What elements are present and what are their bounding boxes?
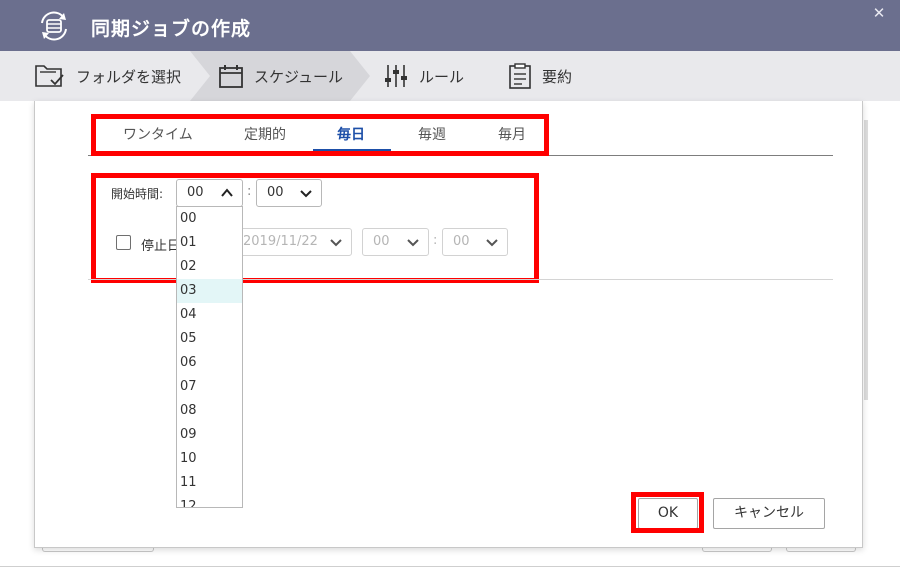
time-highlight-box: [91, 173, 539, 283]
title-bar: 同期ジョブの作成 ✕: [0, 0, 900, 51]
dialog-title: 同期ジョブの作成: [91, 18, 252, 40]
tabs-highlight-box: [91, 114, 549, 156]
hour-option[interactable]: 06: [177, 351, 242, 375]
ok-highlight-box: [631, 492, 704, 533]
hour-option[interactable]: 10: [177, 447, 242, 471]
step-schedule: スケジュール: [218, 51, 343, 101]
folder-check-icon: [35, 65, 64, 87]
step-label: ルール: [419, 67, 465, 86]
step-summary: 要約: [508, 51, 572, 101]
step-label: フォルダを選択: [76, 67, 182, 86]
clipboard-icon: [509, 63, 531, 89]
calendar-icon: [219, 65, 243, 88]
close-button[interactable]: ✕: [870, 4, 888, 22]
hour-option-hovered[interactable]: 03: [177, 279, 242, 303]
hour-option[interactable]: 11: [177, 471, 242, 495]
wizard-steps: フォルダを選択 スケジュール ルール 要約: [0, 51, 900, 101]
hour-option[interactable]: 00: [177, 207, 242, 231]
step-rules: ルール: [383, 51, 464, 101]
hour-dropdown-list: 00 01 02 03 04 05 06 07 08 09 10 11 12: [176, 206, 243, 508]
cancel-button[interactable]: キャンセル: [713, 498, 825, 529]
hour-option[interactable]: 08: [177, 399, 242, 423]
hour-option[interactable]: 01: [177, 231, 242, 255]
background-divider: [0, 566, 900, 567]
hour-option[interactable]: 09: [177, 423, 242, 447]
sync-drive-icon: [41, 11, 67, 41]
hour-option[interactable]: 02: [177, 255, 242, 279]
step-label: 要約: [542, 67, 573, 86]
step-label: スケジュール: [254, 67, 343, 86]
hour-option[interactable]: 07: [177, 375, 242, 399]
sliders-icon: [385, 65, 407, 87]
schedule-panel: [34, 101, 863, 548]
step-select-folder: フォルダを選択: [34, 51, 181, 101]
background-scrollbar: [864, 120, 868, 400]
hour-option[interactable]: 04: [177, 303, 242, 327]
hour-option[interactable]: 05: [177, 327, 242, 351]
hour-option[interactable]: 12: [177, 495, 242, 507]
